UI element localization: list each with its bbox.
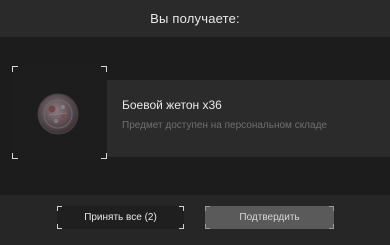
corner-bracket [329,224,334,229]
corner-bracket [101,153,107,159]
corner-bracket [12,153,18,159]
confirm-label: Подтвердить [239,212,300,223]
corner-bracket [57,206,62,211]
corner-bracket [12,66,18,72]
reward-item-description: Предмет доступен на персональном складе [122,120,327,131]
corner-bracket [205,206,210,211]
corner-bracket [179,224,184,229]
confirm-button[interactable]: Подтвердить [205,206,334,229]
corner-bracket [101,66,107,72]
corner-bracket [205,224,210,229]
corner-bracket [57,224,62,229]
accept-all-label: Принять все (2) [84,212,157,223]
reward-item-name: Боевой жетон x36 [122,98,222,112]
reward-dialog: Вы получаете: Боевой жетон x36 Предмет д… [0,0,390,245]
corner-bracket [179,206,184,211]
accept-all-button[interactable]: Принять все (2) [57,206,184,229]
token-icon [37,93,79,135]
corner-bracket [329,206,334,211]
dialog-title: Вы получаете: [150,11,240,26]
dialog-header: Вы получаете: [0,0,390,37]
